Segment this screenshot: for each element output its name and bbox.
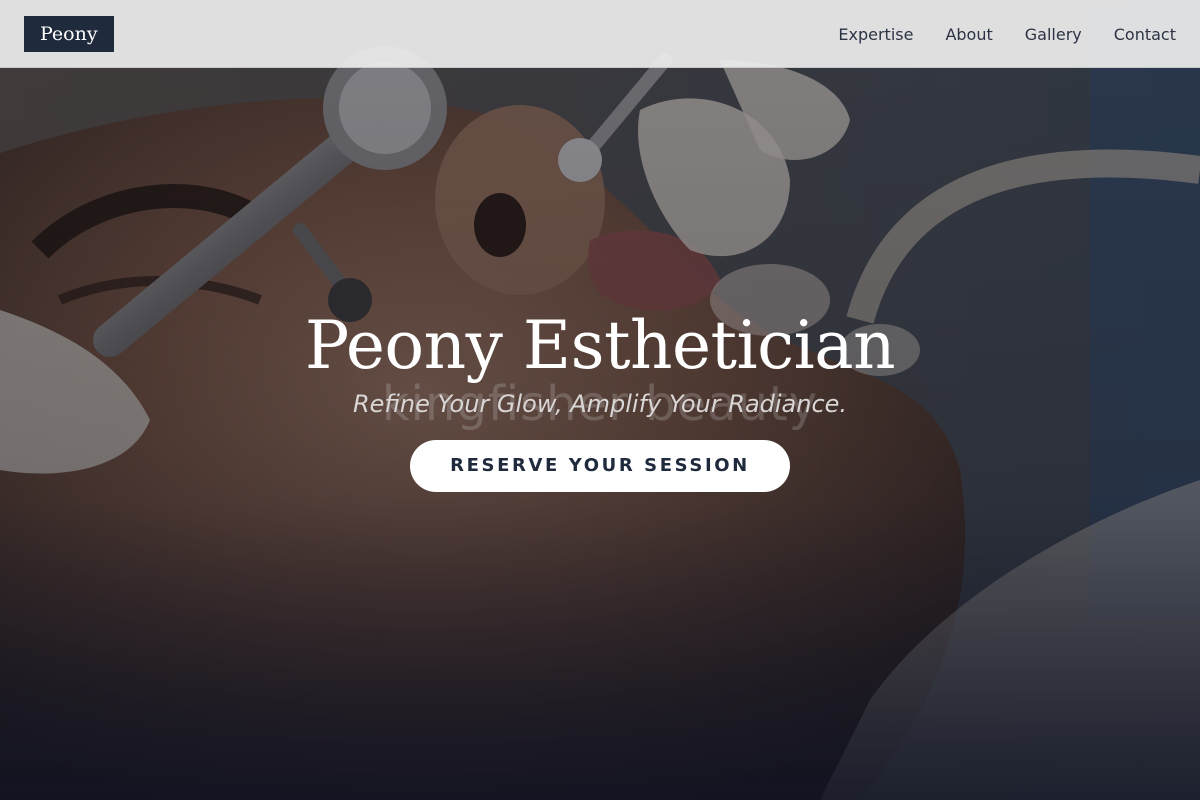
tagline-wrap: kingfisher beauty Refine Your Glow, Ampl… [0, 376, 1200, 438]
nav-link-gallery[interactable]: Gallery [1025, 25, 1082, 44]
logo[interactable]: Peony [24, 16, 114, 52]
hero-section: Peony Esthetician kingfisher beauty Refi… [0, 300, 1200, 492]
main-nav: Expertise About Gallery Contact [838, 0, 1176, 68]
site-header: Peony Expertise About Gallery Contact [0, 0, 1200, 68]
reserve-session-button[interactable]: RESERVE YOUR SESSION [410, 440, 790, 492]
nav-link-expertise[interactable]: Expertise [838, 25, 913, 44]
nav-link-contact[interactable]: Contact [1114, 25, 1176, 44]
nav-link-about[interactable]: About [945, 25, 992, 44]
page: Peony Expertise About Gallery Contact Pe… [0, 0, 1200, 800]
hero-subtitle: Refine Your Glow, Amplify Your Radiance. [352, 390, 848, 418]
